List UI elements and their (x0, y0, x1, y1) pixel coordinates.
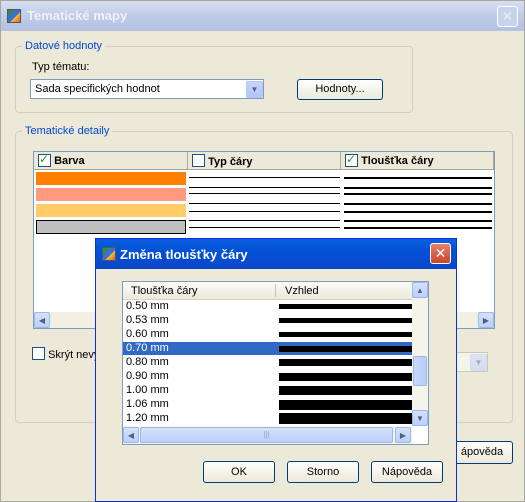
dialog-titlebar: Změna tloušťky čáry ✕ (96, 239, 456, 269)
thickness-vertical-scrollbar[interactable]: ▲ ▼ (412, 282, 428, 426)
thickness-row[interactable]: 0.90 mm (123, 370, 412, 383)
line-thickness-dialog: Změna tloušťky čáry ✕ Tloušťka čáry Vzhl… (95, 238, 457, 502)
thickness-row[interactable]: 1.20 mm (123, 412, 412, 425)
color-swatch[interactable] (36, 220, 186, 234)
column-header-appearance[interactable]: Vzhled (285, 285, 319, 297)
thickness-row[interactable]: 0.60 mm (123, 328, 412, 341)
data-values-group-label: Datové hodnoty (22, 40, 106, 52)
ok-button[interactable]: OK (203, 461, 275, 483)
thickness-row-label: 0.90 mm (126, 370, 169, 382)
scroll-left-icon[interactable]: ◀ (123, 427, 139, 443)
column-header-color-label: Barva (54, 155, 85, 167)
dialog-close-icon[interactable]: ✕ (430, 243, 451, 264)
column-header-thickness[interactable]: Tloušťka čáry (131, 285, 197, 297)
thickness-row[interactable]: 0.70 mm (123, 342, 412, 355)
thickness-horizontal-scrollbar[interactable]: ◀ ||| ▶ (123, 426, 412, 444)
hide-unused-checkbox-row[interactable]: Skrýt nevy (32, 347, 99, 361)
thickness-row[interactable]: 1.00 mm (123, 384, 412, 397)
main-close-icon[interactable]: ✕ (497, 6, 518, 27)
thickness-sample (279, 359, 412, 366)
theme-type-value: Sada specifických hodnot (35, 83, 160, 95)
thickness-row-label: 0.53 mm (126, 314, 169, 326)
help-button[interactable]: Nápověda (371, 461, 443, 483)
thickness-sample (279, 346, 412, 352)
main-title: Tematické mapy (27, 8, 128, 23)
scroll-thumb[interactable]: ||| (140, 427, 393, 443)
theme-type-label: Typ tématu: (32, 61, 90, 73)
thickness-row[interactable]: 0.80 mm (123, 356, 412, 369)
line-rows (189, 171, 493, 235)
thickness-row[interactable]: 0.53 mm (123, 314, 412, 327)
thickness-row[interactable]: 0.50 mm (123, 300, 412, 313)
values-button[interactable]: Hodnoty... (297, 79, 383, 100)
scroll-right-icon[interactable]: ▶ (395, 427, 411, 443)
thickness-row-label: 1.20 mm (126, 412, 169, 424)
thickness-sample (279, 413, 412, 424)
color-swatch[interactable] (36, 172, 186, 185)
thickness-row-label: 0.70 mm (126, 342, 169, 354)
theme-type-select[interactable]: Sada specifických hodnot ▼ (30, 79, 264, 99)
thickness-sample (279, 304, 412, 309)
thickness-list[interactable]: Tloušťka čáry Vzhled 0.50 mm 0.53 mm 0.60 … (122, 281, 429, 445)
column-header-line-thickness-label: Tloušťka čáry (361, 155, 434, 167)
cancel-button[interactable]: Storno (287, 461, 359, 483)
line-thickness-checkbox[interactable] (345, 154, 358, 167)
dialog-title: Změna tloušťky čáry (120, 247, 248, 262)
color-checkbox[interactable] (38, 154, 51, 167)
scroll-left-icon[interactable]: ◀ (34, 312, 50, 328)
chevron-down-icon: ▼ (470, 354, 487, 371)
column-header-line-thickness[interactable]: Tloušťka čáry (341, 152, 494, 170)
column-header-line-type[interactable]: Typ čáry (188, 152, 341, 170)
thickness-row-label: 0.80 mm (126, 356, 169, 368)
scroll-up-icon[interactable]: ▲ (412, 282, 428, 298)
thickness-sample (279, 400, 412, 410)
thickness-row-label: 0.50 mm (126, 300, 169, 312)
app-icon (7, 9, 21, 23)
thickness-sample (279, 373, 412, 381)
line-type-checkbox[interactable] (192, 154, 205, 167)
thickness-sample (279, 386, 412, 395)
disabled-select: ▼ (456, 352, 488, 372)
thickness-row-label: 0.60 mm (126, 328, 169, 340)
color-swatch[interactable] (36, 204, 186, 217)
scroll-thumb[interactable] (413, 356, 427, 386)
color-swatch[interactable] (36, 188, 186, 201)
hide-unused-label: Skrýt nevy (48, 349, 100, 361)
thickness-sample (279, 318, 412, 323)
column-header-line-type-label: Typ čáry (208, 156, 253, 168)
thickness-sample (279, 332, 412, 337)
thickness-row-label: 1.00 mm (126, 384, 169, 396)
column-header-color[interactable]: Barva (34, 152, 188, 170)
scroll-right-icon[interactable]: ▶ (478, 312, 494, 328)
thickness-row[interactable]: 1.06 mm (123, 398, 412, 411)
scroll-down-icon[interactable]: ▼ (412, 410, 428, 426)
main-titlebar: Tematické mapy ✕ (1, 1, 524, 31)
hide-unused-checkbox[interactable] (32, 347, 45, 360)
chevron-down-icon[interactable]: ▼ (246, 81, 263, 98)
thematic-details-group-label: Tematické detaily (22, 125, 113, 137)
main-help-button[interactable]: ápověda (451, 441, 513, 464)
thickness-row-label: 1.06 mm (126, 398, 169, 410)
thickness-list-header: Tloušťka čáry Vzhled (123, 282, 412, 300)
app-icon (102, 247, 116, 261)
